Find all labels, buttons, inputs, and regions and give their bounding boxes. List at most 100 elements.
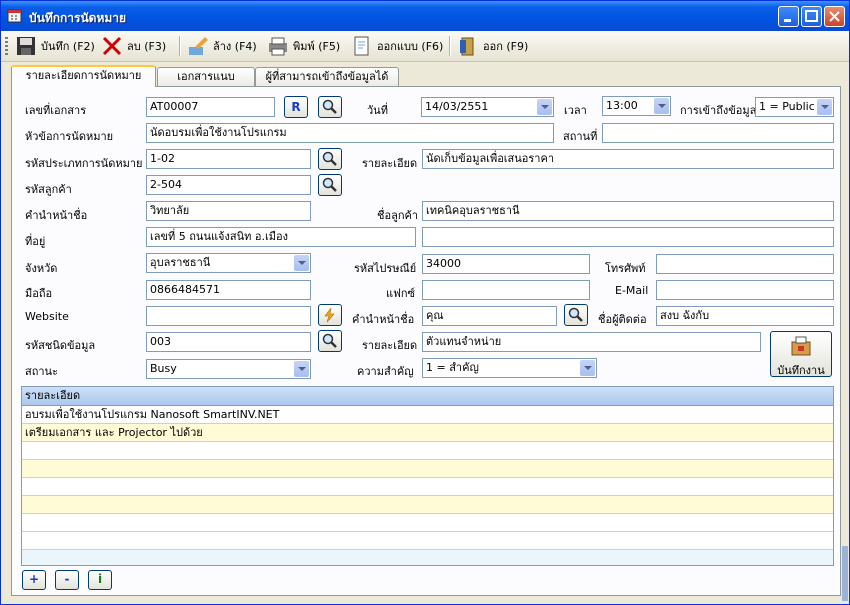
priority-select[interactable]: 1 = สำคัญ [422,358,597,378]
phone-label: โทรศัพท์ [605,262,646,275]
chevron-down-icon[interactable] [817,99,832,115]
time-value: 13:00 [606,99,638,112]
grid-row[interactable]: เตรียมเอกสาร และ Projector ไปด้วย [22,424,833,442]
grid-row[interactable]: อบรมเพื่อใช้งานโปรแกรม Nanosoft SmartINV… [22,406,833,424]
postcode-label: รหัสไปรษณีย์ [354,262,417,275]
minimize-button[interactable] [778,6,799,27]
prefix-field[interactable]: วิทยาลัย [146,201,311,221]
delete-x-icon [102,36,122,56]
task-box-icon [791,336,811,356]
open-website-button[interactable] [318,304,342,326]
email-label: E-Mail [615,284,649,297]
save-button[interactable]: บันทึก (F2) [15,34,95,58]
doc-no-label: เลขที่เอกสาร [25,104,87,117]
website-label: Website [25,310,69,323]
detail-field[interactable]: นัดเก็บข้อมูลเพื่อเสนอราคา [422,149,834,169]
remove-row-button[interactable]: - [55,570,79,590]
email-field[interactable] [656,280,834,300]
contact-search-button[interactable] [564,304,588,326]
floppy-disk-icon [17,37,35,55]
mobile-field[interactable]: 0866484571 [146,280,311,300]
save-task-button[interactable]: บันทึกงาน [770,331,832,377]
delete-button[interactable]: ลบ (F3) [101,34,166,58]
grid-header[interactable]: รายละเอียด [22,387,833,406]
close-icon [829,11,840,22]
postcode-field[interactable]: 34000 [422,254,590,274]
document-edit-icon [354,36,369,56]
exit-button[interactable]: ออก (F9) [457,34,528,58]
chevron-down-icon[interactable] [294,361,309,377]
phone-field[interactable] [656,254,834,274]
notes-grid: รายละเอียด อบรมเพื่อใช้งานโปรแกรม Nanoso… [21,386,834,566]
website-field[interactable] [146,306,311,326]
info-code-label: รหัสชนิดข้อมูล [25,339,96,352]
status-select[interactable]: Busy [146,359,311,379]
address-line2-field[interactable] [422,227,834,247]
print-label: พิมพ์ (F5) [293,40,341,53]
contact-name-field[interactable]: สงบ ฉังกับ [656,306,834,326]
detail-label: รายละเอียด [362,157,418,170]
maximize-button[interactable] [801,6,822,27]
address-line1-field[interactable]: เลขที่ 5 ถนนแจ้งสนิท อ.เมือง [146,227,416,247]
time-select[interactable]: 13:00 [602,96,671,116]
chevron-down-icon[interactable] [294,255,309,271]
grid-row[interactable] [22,496,833,514]
scrollbar[interactable] [842,546,848,601]
printer-icon [269,37,287,56]
toolbar-separator [449,36,451,56]
chevron-down-icon[interactable] [580,360,595,376]
exit-door-icon [460,37,474,56]
clear-button[interactable]: ล้าง (F4) [187,34,257,58]
fax-field[interactable] [422,280,590,300]
detail2-field[interactable]: ตัวแทนจำหน่าย [422,332,761,352]
status-label: สถานะ [25,365,58,378]
detail2-label: รายละเอียด [362,339,418,352]
grid-row[interactable] [22,478,833,496]
magnifier-icon [568,307,583,322]
subject-field[interactable]: นัดอบรมเพื่อใช้งานโปรแกรม [146,123,554,143]
details-panel: เลขที่เอกสาร AT00007 R วันที่ 14/03/2551… [11,86,841,596]
exit-label: ออก (F9) [483,40,529,53]
contact-prefix-field[interactable]: คุณ [422,306,557,326]
access-select[interactable]: 1 = Public [755,97,834,117]
grid-row[interactable] [22,514,833,532]
add-row-button[interactable]: + [22,570,46,590]
fax-label: แฟกซ์ [386,287,416,300]
r-button[interactable]: R [284,96,308,118]
customer-name-field[interactable]: เทคนิคอุบลราชธานี [422,201,834,221]
tab-access-users[interactable]: ผู้ที่สามารถเข้าถึงข้อมูลได้ [255,67,399,86]
grid-row[interactable] [22,460,833,478]
title-bar[interactable]: บันทึกการนัดหมาย [1,1,849,31]
lightning-icon [324,307,335,323]
type-search-button[interactable] [318,148,342,170]
doc-search-button[interactable] [318,96,342,118]
customer-code-field[interactable]: 2-504 [146,175,311,195]
grid-row[interactable] [22,442,833,460]
info-code-field[interactable]: 003 [146,332,311,352]
close-button[interactable] [824,6,845,27]
info-button[interactable]: i [88,570,112,590]
time-label: เวลา [564,104,587,117]
design-button[interactable]: ออกแบบ (F6) [351,34,443,58]
tab-appointment-details[interactable]: รายละเอียดการนัดหมาย [11,65,156,87]
customer-search-button[interactable] [318,174,342,196]
province-value: อุบลราชธานี [150,256,211,269]
province-select[interactable]: อุบลราชธานี [146,253,311,273]
print-button[interactable]: พิมพ์ (F5) [267,34,340,58]
toolbar-grip[interactable] [5,37,8,55]
date-value: 14/03/2551 [425,100,489,113]
magnifier-icon [322,333,337,348]
info-code-search-button[interactable] [318,330,342,352]
access-label: การเข้าถึงข้อมูล [680,104,757,117]
chevron-down-icon[interactable] [537,99,552,115]
date-picker[interactable]: 14/03/2551 [421,97,554,117]
priority-value: 1 = สำคัญ [426,361,479,374]
tab-attachments[interactable]: เอกสารแนบ [157,67,255,86]
grid-row[interactable] [22,532,833,550]
grid-row[interactable] [22,550,833,565]
doc-no-field[interactable]: AT00007 [146,97,275,117]
type-code-field[interactable]: 1-02 [146,149,311,169]
place-field[interactable] [602,123,834,143]
priority-label: ความสำคัญ [357,365,414,378]
chevron-down-icon[interactable] [654,98,669,114]
